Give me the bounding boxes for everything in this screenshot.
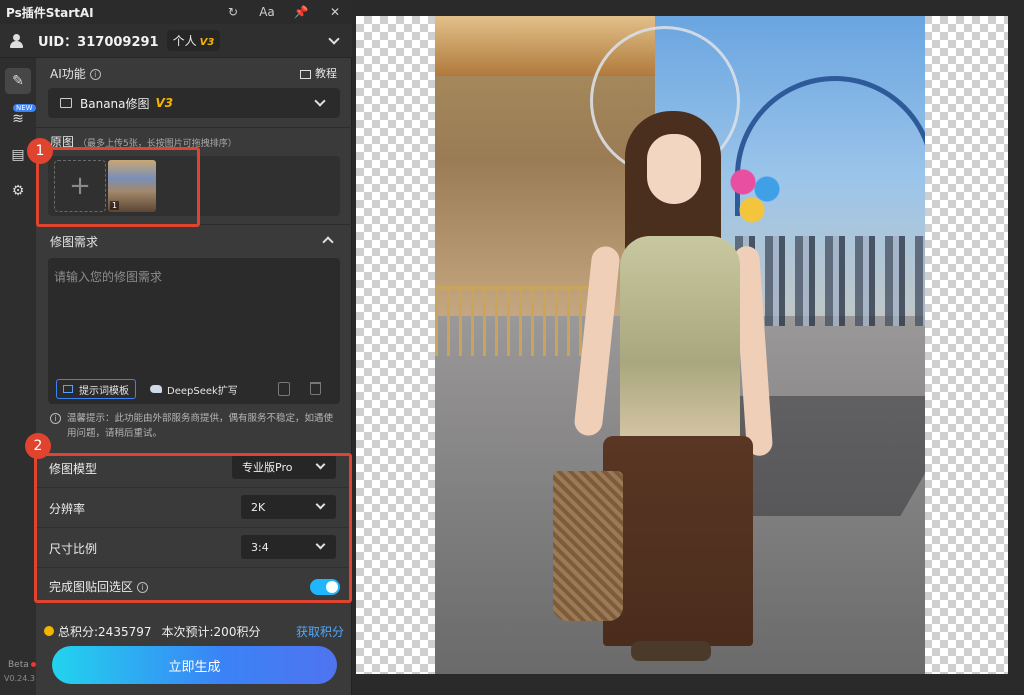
ai-section-label: AI功能 i — [50, 65, 101, 82]
refresh-icon[interactable]: ↻ — [216, 5, 250, 19]
woman-top — [620, 236, 740, 446]
woman-skirt — [603, 436, 753, 646]
edit-icon[interactable]: ✎ — [5, 68, 31, 94]
close-icon[interactable]: ✕ — [318, 5, 352, 19]
ai-model-select[interactable]: Banana修图 V3 — [48, 88, 340, 118]
divider — [36, 127, 352, 128]
info-icon: i — [50, 413, 61, 424]
estimated-cost: 本次预计:200积分 — [161, 624, 261, 639]
annotation-box-1 — [36, 147, 200, 227]
chevron-down-icon[interactable] — [328, 32, 340, 45]
get-points-link[interactable]: 获取积分 — [296, 623, 344, 640]
beta-label: Beta — [8, 660, 29, 670]
book-icon — [63, 385, 73, 393]
history-icon[interactable] — [278, 382, 290, 396]
request-input[interactable] — [54, 268, 334, 368]
trash-icon[interactable] — [310, 382, 321, 395]
warning-note: i 温馨提示：此功能由外部服务商提供，偶有服务不稳定，如遇使用问题，请稍后重试。 — [50, 411, 342, 441]
tutorial-link[interactable]: 教程 — [300, 65, 337, 81]
model-version: V3 — [155, 96, 174, 110]
fence — [435, 286, 605, 356]
plan-name: 个人 — [172, 34, 197, 48]
warning-text: 温馨提示：此功能由外部服务商提供，偶有服务不稳定，如遇使用问题，请稍后重试。 — [67, 413, 334, 439]
woman-shoes — [631, 641, 711, 661]
title-bar: Ps插件StartAI ↻ Aa 📌 ✕ — [0, 0, 352, 24]
total-points: 总积分:2435797 — [58, 624, 152, 639]
chevron-up-icon[interactable] — [322, 236, 334, 248]
coin-icon — [44, 626, 54, 636]
app-title: Ps插件StartAI — [6, 5, 94, 20]
annotation-box-2 — [34, 453, 352, 603]
plan-tier: V3 — [199, 37, 215, 48]
image-icon — [60, 98, 72, 108]
startai-panel: Ps插件StartAI ↻ Aa 📌 ✕ UID：317009291 个人 V3 … — [0, 0, 352, 695]
user-icon — [10, 33, 28, 48]
deepseek-icon — [150, 385, 162, 393]
user-bar[interactable]: UID：317009291 个人 V3 — [0, 24, 352, 58]
crowd — [735, 236, 925, 326]
uid-label: UID：317009291 — [38, 35, 159, 50]
balloons — [725, 161, 785, 231]
annotation-badge-2: 2 — [25, 433, 51, 459]
beta-dot — [31, 662, 36, 667]
chevron-down-icon — [314, 95, 326, 107]
annotation-badge-1: 1 — [27, 138, 53, 164]
new-badge: NEW — [13, 104, 36, 112]
prompt-template-button[interactable]: 提示词模板 — [56, 379, 136, 399]
edited-photo — [435, 16, 925, 674]
document-canvas[interactable] — [356, 16, 1008, 674]
model-name: Banana修图 — [80, 96, 150, 111]
woman-face — [647, 134, 701, 204]
generate-button[interactable]: 立即生成 — [52, 646, 337, 684]
pin-icon[interactable]: 📌 — [284, 5, 318, 19]
plan-badge: 个人 V3 — [166, 30, 221, 51]
points-bar: 总积分:2435797 本次预计:200积分 获取积分 — [44, 622, 344, 640]
version-label: V0.24.3 — [4, 674, 35, 683]
request-label: 修图需求 — [50, 235, 99, 249]
book-icon — [300, 69, 311, 79]
font-icon[interactable]: Aa — [250, 5, 284, 19]
gear-icon[interactable]: ⚙ — [5, 178, 31, 204]
woven-bag — [553, 471, 623, 621]
request-box: 提示词模板 DeepSeek扩写 — [48, 258, 340, 404]
deepseek-button[interactable]: DeepSeek扩写 — [150, 379, 238, 399]
info-icon: i — [89, 69, 101, 80]
